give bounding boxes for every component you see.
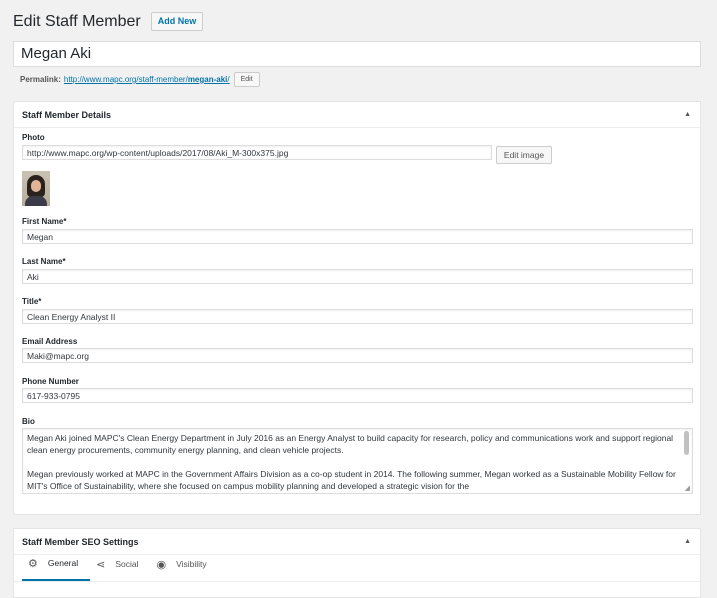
seo-settings-header[interactable]: Staff Member SEO Settings ▲ — [14, 529, 700, 555]
post-title-input[interactable]: Megan Aki — [13, 41, 701, 67]
thumb-face — [31, 180, 41, 192]
email-input[interactable]: Maki@mapc.org — [22, 348, 693, 363]
permalink-end: / — [227, 75, 230, 84]
phone-label: Phone Number — [22, 377, 79, 386]
collapse-toggle-icon[interactable]: ▲ — [684, 538, 691, 545]
collapse-toggle-icon[interactable]: ▲ — [684, 111, 691, 118]
permalink-slug: megan-aki — [187, 75, 228, 84]
last-name-label: Last Name* — [22, 257, 66, 266]
edit-image-button[interactable]: Edit image — [496, 146, 552, 164]
permalink-label: Permalink: — [20, 75, 61, 84]
tab-general[interactable]: ⚙ General — [22, 554, 91, 581]
permalink-edit-button[interactable]: Edit — [233, 72, 260, 87]
phone-input[interactable]: 617-933-0795 — [22, 388, 693, 403]
last-name-input[interactable]: Aki — [22, 269, 693, 284]
page-header: Edit Staff Member Add New — [13, 12, 204, 31]
bio-label: Bio — [22, 417, 35, 426]
gear-icon: ⚙ — [28, 557, 38, 570]
permalink-base: http://www.mapc.org/staff-member/ — [63, 75, 188, 84]
seo-tabs: ⚙ General ⋖ Social ◉ Visibility — [14, 555, 700, 582]
title-label: Title* — [22, 297, 42, 306]
tab-label: General — [47, 558, 79, 568]
staff-details-box: Staff Member Details ▲ Photo http://www.… — [13, 101, 701, 515]
bio-textarea[interactable]: Megan Aki joined MAPC's Clean Energy Dep… — [22, 428, 693, 494]
photo-thumbnail[interactable] — [22, 171, 50, 206]
add-new-button[interactable]: Add New — [150, 12, 204, 31]
staff-details-title: Staff Member Details — [22, 109, 112, 120]
page-title: Edit Staff Member — [13, 12, 141, 30]
tab-label: Visibility — [176, 559, 207, 569]
resize-handle-icon[interactable]: ◢ — [685, 485, 690, 492]
share-icon: ⋖ — [96, 558, 106, 571]
bio-paragraph: Megan previously worked at MAPC in the G… — [27, 469, 676, 491]
photo-label: Photo — [22, 133, 45, 142]
permalink-link[interactable]: http://www.mapc.org/staff-member/megan-a… — [64, 75, 230, 84]
permalink-row: Permalink: http://www.mapc.org/staff-mem… — [20, 72, 260, 87]
staff-details-header[interactable]: Staff Member Details ▲ — [14, 102, 700, 128]
eye-icon: ◉ — [156, 558, 167, 571]
thumb-body — [25, 196, 47, 206]
title-input[interactable]: Clean Energy Analyst II — [22, 309, 693, 324]
seo-settings-box: Staff Member SEO Settings ▲ ⚙ General ⋖ … — [13, 528, 701, 598]
email-label: Email Address — [22, 337, 78, 346]
tab-visibility[interactable]: ◉ Visibility — [151, 554, 219, 581]
seo-settings-title: Staff Member SEO Settings — [22, 536, 139, 547]
tab-social[interactable]: ⋖ Social — [90, 554, 150, 581]
bio-scrollbar[interactable] — [684, 431, 689, 455]
first-name-input[interactable]: Megan — [22, 229, 693, 244]
photo-url-input[interactable]: http://www.mapc.org/wp-content/uploads/2… — [22, 145, 492, 160]
bio-paragraph: Megan Aki joined MAPC's Clean Energy Dep… — [27, 433, 674, 455]
tab-label: Social — [115, 559, 139, 569]
first-name-label: First Name* — [22, 217, 67, 226]
